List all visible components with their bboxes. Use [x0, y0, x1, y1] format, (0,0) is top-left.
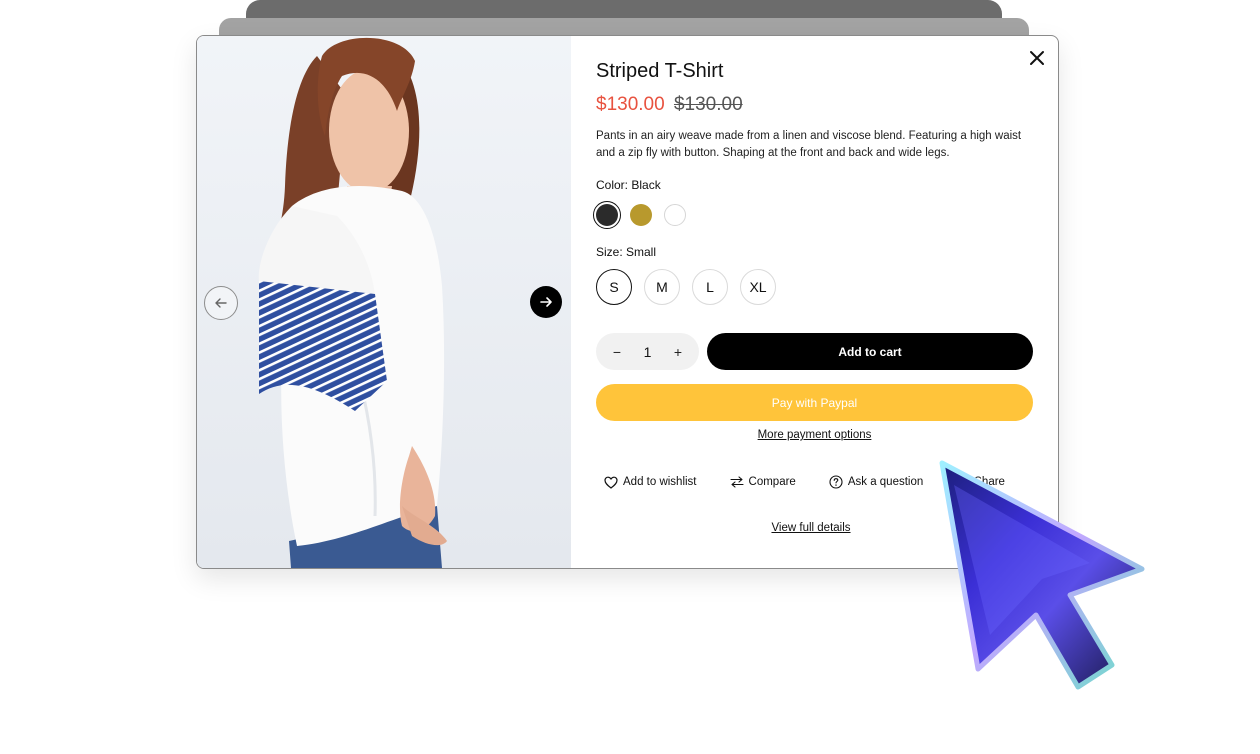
size-option-l[interactable]: L: [692, 269, 728, 305]
color-swatch-white[interactable]: [664, 204, 686, 226]
question-circle-icon: [829, 475, 843, 489]
color-label: Color: Black: [596, 178, 661, 192]
color-swatch-black[interactable]: [593, 201, 621, 229]
quantity-increase-button[interactable]: +: [669, 344, 687, 360]
size-option-m[interactable]: M: [644, 269, 680, 305]
more-payment-options: More payment options: [596, 429, 1033, 441]
heart-icon: [604, 476, 618, 489]
product-image-gallery: [197, 36, 571, 568]
previous-image-button[interactable]: [204, 286, 238, 320]
color-swatch-mustard[interactable]: [630, 204, 652, 226]
quantity-value[interactable]: 1: [644, 344, 652, 360]
add-to-wishlist-label: Add to wishlist: [623, 476, 697, 488]
compare-button[interactable]: Compare: [729, 476, 796, 488]
pay-with-paypal-button[interactable]: Pay with Paypal: [596, 384, 1033, 421]
quantity-stepper: − 1 +: [596, 333, 699, 370]
view-full-details-link[interactable]: View full details: [771, 522, 850, 534]
add-to-cart-button[interactable]: Add to cart: [707, 333, 1033, 370]
ask-question-button[interactable]: Ask a question: [829, 475, 923, 489]
price-row: $130.00 $130.00: [596, 94, 743, 116]
add-to-wishlist-button[interactable]: Add to wishlist: [604, 476, 697, 489]
quantity-decrease-button[interactable]: −: [608, 344, 626, 360]
cursor-pointer-icon: [939, 460, 1145, 690]
size-label: Size: Small: [596, 245, 657, 259]
sale-price: $130.00: [596, 94, 665, 115]
size-option-xl[interactable]: XL: [740, 269, 776, 305]
color-swatches: [593, 201, 686, 229]
product-image: [197, 36, 571, 568]
next-image-button[interactable]: [530, 286, 562, 318]
arrow-right-icon: [540, 297, 552, 307]
more-payment-options-link[interactable]: More payment options: [758, 429, 872, 441]
compare-arrows-icon: [729, 476, 744, 488]
size-options: S M L XL: [596, 269, 776, 305]
close-icon: [1030, 51, 1044, 65]
product-title: Striped T-Shirt: [596, 60, 724, 82]
product-description: Pants in an airy weave made from a linen…: [596, 130, 1022, 159]
size-option-s[interactable]: S: [596, 269, 632, 305]
arrow-left-icon: [215, 298, 227, 308]
compare-label: Compare: [748, 476, 796, 488]
original-price: $130.00: [673, 94, 743, 115]
ask-question-label: Ask a question: [847, 476, 924, 488]
close-modal-button[interactable]: [1025, 46, 1049, 70]
